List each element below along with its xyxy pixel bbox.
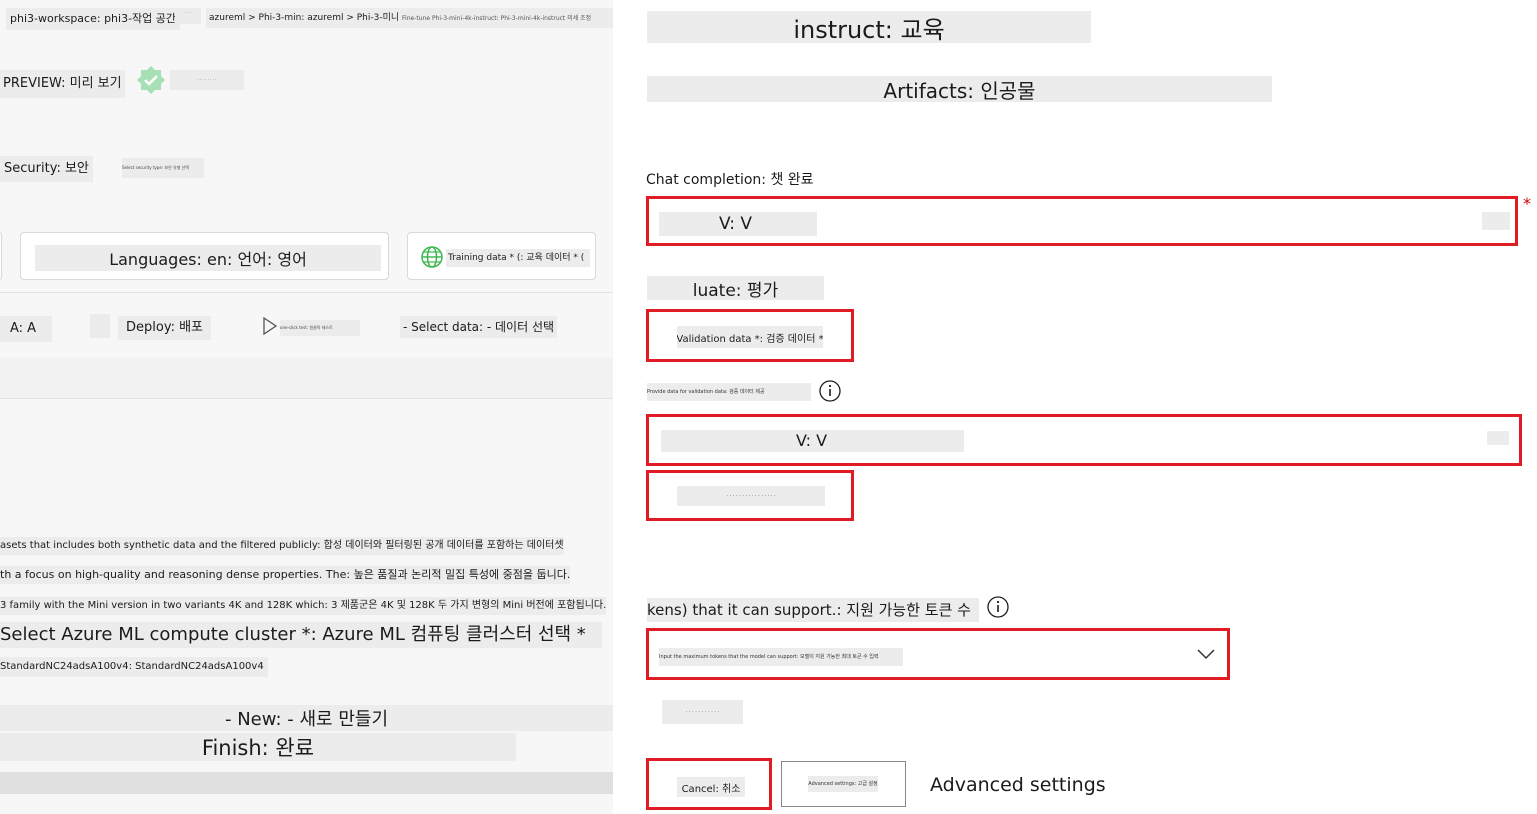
chat-completion-field[interactable]: V: V: [646, 196, 1518, 246]
training-data-card[interactable]: Training data * (: 교육 데이터 * (: [407, 232, 596, 280]
cancel-button[interactable]: Cancel: 취소: [646, 758, 772, 810]
advanced-button-text: Advanced settings: 고급 설정: [808, 781, 878, 787]
security-note: Select security type: 보안 유형 선택: [122, 158, 204, 178]
description-line-1: asets that includes both synthetic data …: [0, 537, 564, 555]
step-select-data[interactable]: - Select data: - 데이터 선택: [400, 316, 558, 338]
required-star: *: [1523, 194, 1531, 213]
validation-field[interactable]: V: V: [646, 414, 1522, 466]
breadcrumb-workspace[interactable]: phi3-workspace: phi3-작업 공간: [6, 8, 181, 30]
finish-button[interactable]: Finish: 완료: [0, 733, 516, 761]
caption-chip: · · · · · · · · · · ·: [662, 700, 743, 724]
breadcrumb-separator: · · ·: [175, 8, 201, 24]
divider: [0, 292, 613, 293]
step-play-note-text: one-click test: 원클릭 테스트: [280, 325, 333, 330]
breadcrumb-small-a: · · ·: [184, 10, 192, 15]
description-line-2: th a focus on high-quality and reasoning…: [0, 566, 571, 584]
languages-card[interactable]: Languages: en: 언어: 영어: [20, 232, 389, 280]
validation-data-box[interactable]: Validation data *: 검증 데이터 *: [646, 309, 854, 362]
preview-badge: PREVIEW: 미리 보기: [0, 70, 125, 98]
security-note-text: Select security type: 보안 유형 선택: [122, 165, 190, 170]
field-action-chip: [1482, 212, 1510, 230]
step-deploy[interactable]: Deploy: 배포: [118, 316, 212, 340]
validation-field-value: V: V: [661, 430, 964, 452]
compute-cluster-value[interactable]: StandardNC24adsA100v4: StandardNC24adsA1…: [0, 657, 268, 677]
advanced-settings-button[interactable]: Advanced settings: 고급 설정: [781, 761, 906, 807]
tokens-label: kens) that it can support.: 지원 가능한 토큰 수: [647, 598, 979, 622]
advanced-settings-link[interactable]: Advanced settings: [930, 773, 1106, 797]
artifacts-title: Artifacts: 인공물: [647, 76, 1272, 102]
description-line-3: 3 family with the Mini version in two va…: [0, 597, 607, 615]
step-a[interactable]: A: A: [0, 316, 52, 342]
step-icon: [90, 314, 110, 338]
bottom-scrollbar[interactable]: [0, 772, 613, 794]
chat-completion-field-value: V: V: [659, 212, 817, 236]
compute-cluster-title: Select Azure ML compute cluster *: Azure…: [0, 622, 602, 648]
tokens-dropdown-value: Input the maximum tokens that the model …: [659, 648, 903, 666]
preview-note: · · · · · · · ·: [170, 70, 244, 90]
caption-text: · · · · · · · · · · ·: [685, 709, 720, 715]
globe-icon: [420, 245, 444, 269]
section-band: [0, 358, 613, 398]
validation-sub-content: · · · · · · · · · · · · · · · ·: [677, 486, 825, 506]
training-data-label: Training data * (: 교육 데이터 * (: [446, 249, 590, 267]
evaluate-label: luate: 평가: [647, 276, 824, 300]
field-action-chip-2: [1487, 431, 1509, 445]
right-panel: instruct: 교육 Artifacts: 인공물 Chat complet…: [613, 0, 1537, 814]
instruct-title: instruct: 교육: [647, 11, 1091, 43]
languages-label: Languages: en: 언어: 영어: [35, 245, 381, 271]
left-panel: phi3-workspace: phi3-작업 공간 · · · azureml…: [0, 0, 613, 814]
tokens-dropdown-text: Input the maximum tokens that the model …: [659, 654, 879, 660]
chevron-down-icon[interactable]: [1196, 646, 1216, 660]
breadcrumb-small-b: · · · · · · · ·: [197, 77, 217, 82]
verified-badge-icon: [136, 65, 166, 95]
security-label: Security: 보안: [0, 156, 93, 182]
step-play-note: one-click test: 원클릭 테스트: [280, 320, 360, 336]
divider-2: [0, 398, 613, 399]
advanced-button-chip: Advanced settings: 고급 설정: [808, 776, 878, 792]
validation-sub-box[interactable]: · · · · · · · · · · · · · · · ·: [646, 470, 854, 521]
play-icon[interactable]: [262, 316, 278, 336]
tokens-dropdown[interactable]: Input the maximum tokens that the model …: [646, 628, 1230, 680]
cancel-label: Cancel: 취소: [677, 777, 745, 797]
validation-note: Provide data for validation data: 검증 데이터…: [647, 383, 811, 401]
new-button[interactable]: - New: - 새로 만들기: [0, 705, 613, 731]
validation-data-label: Validation data *: 검증 데이터 *: [677, 326, 823, 348]
card-stub: [0, 232, 2, 280]
breadcrumb-path: azureml > Phi-3-min: azureml > Phi-3-미니 …: [206, 8, 613, 28]
validation-sub-text: · · · · · · · · · · · · · · · ·: [726, 493, 776, 499]
breadcrumb-path-b[interactable]: Fine-tune Phi-3-mini-4k-instruct: Phi-3-…: [402, 15, 591, 22]
chat-completion-label: Chat completion: 챗 완료: [646, 172, 814, 188]
tokens-info-icon[interactable]: [987, 596, 1009, 618]
breadcrumb-path-a[interactable]: azureml > Phi-3-min: azureml > Phi-3-미니: [209, 13, 399, 23]
validation-note-text: Provide data for validation data: 검증 데이터…: [647, 389, 765, 395]
info-icon[interactable]: [819, 380, 841, 402]
